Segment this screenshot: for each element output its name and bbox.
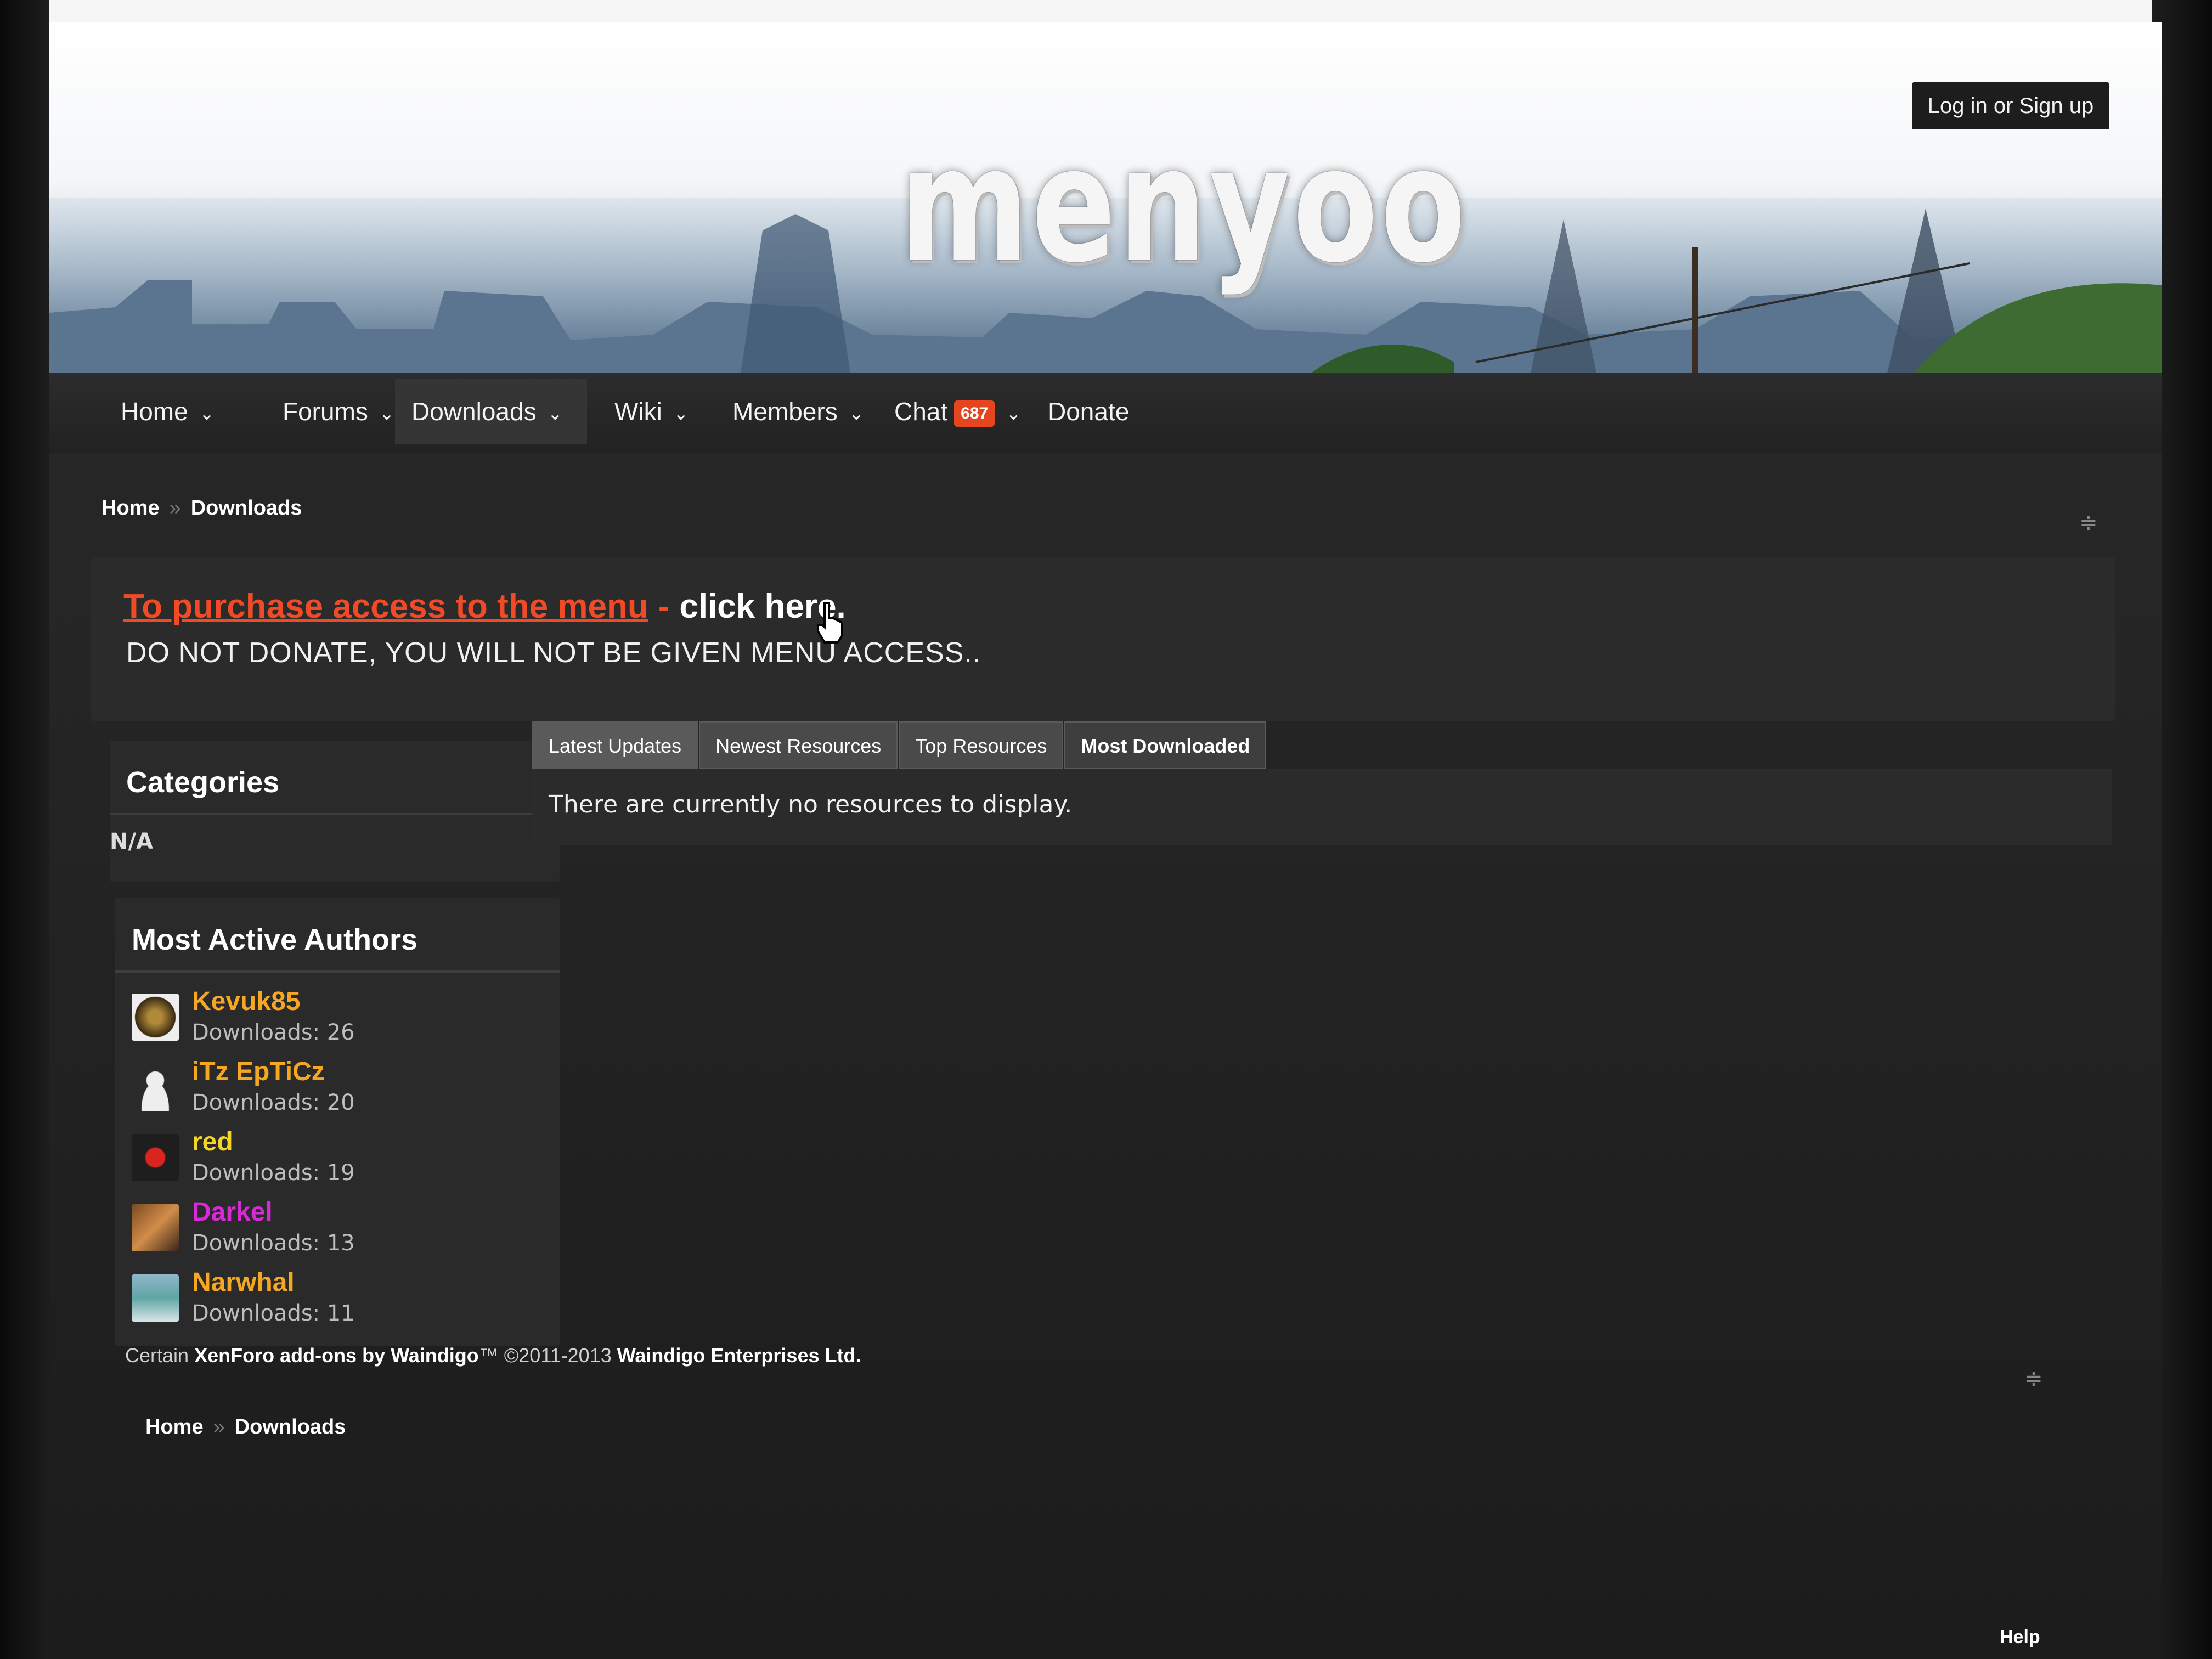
credit-company-link[interactable]: Waindigo Enterprises Ltd. [617,1344,861,1367]
author-name[interactable]: Narwhal [192,1265,560,1297]
nav-wiki-label: Wiki [614,397,662,426]
author-downloads: Downloads: 13 [192,1231,355,1256]
scroll-to-bottom-icon[interactable]: ≑ [2079,510,2098,535]
author-downloads: Downloads: 26 [192,1020,355,1045]
most-active-authors-title: Most Active Authors [115,898,560,973]
breadcrumb-separator: » [213,1415,225,1438]
empty-message: There are currently no resources to disp… [549,791,1073,819]
author-item[interactable]: red Downloads: 19 [115,1124,560,1194]
browser-viewport: menyoo Log in or Sign up Home ⌄ Forums ⌄ D… [49,22,2162,1659]
chevron-down-icon[interactable]: ⌄ [1006,381,1022,447]
author-item[interactable]: iTz EpTiCz Downloads: 20 [115,1054,560,1124]
chat-count-badge: 687 [954,400,995,427]
notice-headline: To purchase access to the menu - click her… [123,587,846,626]
nav-forums-label: Forums [283,397,368,426]
breadcrumb-home[interactable]: Home [101,496,160,520]
site-header: menyoo Log in or Sign up [49,22,2162,373]
breadcrumb-home[interactable]: Home [145,1415,204,1438]
chevron-down-icon[interactable]: ⌄ [379,381,395,447]
nav-downloads[interactable]: Downloads ⌄ [395,379,587,444]
login-signup-button[interactable]: Log in or Sign up [1912,82,2109,129]
chevron-down-icon[interactable]: ⌄ [849,381,865,447]
categories-value: N/A [110,829,154,854]
author-name[interactable]: iTz EpTiCz [192,1054,560,1087]
nav-forums[interactable]: Forums ⌄ [266,379,411,444]
author-item[interactable]: Darkel Downloads: 13 [115,1194,560,1265]
chevron-down-icon[interactable]: ⌄ [199,381,215,447]
most-active-authors-block: Most Active Authors Kevuk85 Downloads: 2… [115,898,560,1346]
author-name[interactable]: Kevuk85 [192,984,560,1017]
sidebar: Categories N/A Most Active Authors Kevuk… [110,741,560,1362]
tab-most-downloaded[interactable]: Most Downloaded [1064,721,1267,769]
nav-chat[interactable]: Chat 687 ⌄ [878,379,1038,444]
tab-newest-resources[interactable]: Newest Resources [699,721,898,769]
main-navigation: Home ⌄ Forums ⌄ Downloads ⌄ Wiki ⌄ Members ⌄ … [49,373,2162,453]
site-logo[interactable]: menyoo [900,126,1466,285]
author-downloads: Downloads: 11 [192,1301,355,1326]
avatar[interactable] [132,994,179,1041]
credit-tm: ™ ©2011-2013 [478,1344,612,1367]
nav-downloads-label: Downloads [411,397,537,426]
author-item[interactable]: Narwhal Downloads: 11 [115,1265,560,1335]
nav-home-label: Home [121,397,188,426]
tab-top-resources[interactable]: Top Resources [899,721,1064,769]
resource-list: There are currently no resources to disp… [532,769,2112,845]
breadcrumb-downloads[interactable]: Downloads [235,1415,346,1438]
avatar[interactable] [132,1064,179,1111]
chevron-down-icon[interactable]: ⌄ [673,381,689,447]
nav-donate-label: Donate [1048,397,1130,426]
monitor-left-bezel [0,0,49,1659]
footer-breadcrumb: Home » Downloads [145,1415,346,1439]
breadcrumb-separator: » [169,496,181,520]
credit-addons-link[interactable]: XenForo add-ons by Waindigo [194,1344,479,1367]
purchase-access-link[interactable]: To purchase access to the menu [123,588,648,625]
footer-credit: Certain XenForo add-ons by Waindigo™ ©20… [125,1344,861,1367]
author-downloads: Downloads: 19 [192,1160,355,1186]
purchase-notice: To purchase access to the menu - click her… [91,557,2115,721]
nav-donate[interactable]: Donate [1031,379,1146,444]
breadcrumb: Home » Downloads [101,496,302,520]
categories-title: Categories [110,741,560,815]
avatar[interactable] [132,1134,179,1181]
categories-block: Categories N/A [110,741,560,882]
chevron-down-icon[interactable]: ⌄ [548,381,563,447]
donate-warning: DO NOT DONATE, YOU WILL NOT BE GIVEN MEN… [126,637,981,669]
breadcrumb-downloads[interactable]: Downloads [191,496,302,520]
help-link[interactable]: Help [2000,1627,2040,1648]
author-name[interactable]: Darkel [192,1194,560,1227]
author-downloads: Downloads: 20 [192,1090,355,1115]
nav-home[interactable]: Home ⌄ [104,379,231,444]
tab-latest-updates[interactable]: Latest Updates [532,721,698,769]
scroll-to-top-icon[interactable]: ≑ [2024,1366,2043,1391]
avatar[interactable] [132,1204,179,1251]
nav-members[interactable]: Members ⌄ [716,379,881,444]
author-item[interactable]: Kevuk85 Downloads: 26 [115,984,560,1054]
notice-dash: - [658,588,670,625]
author-name[interactable]: red [192,1124,560,1157]
hand-cursor-icon [817,602,843,644]
credit-prefix: Certain [125,1344,189,1367]
nav-members-label: Members [732,397,838,426]
nav-chat-label: Chat [894,397,948,426]
nav-wiki[interactable]: Wiki ⌄ [598,379,705,444]
resource-tabs: Latest Updates Newest Resources Top Resour… [532,721,1267,769]
avatar[interactable] [132,1274,179,1322]
